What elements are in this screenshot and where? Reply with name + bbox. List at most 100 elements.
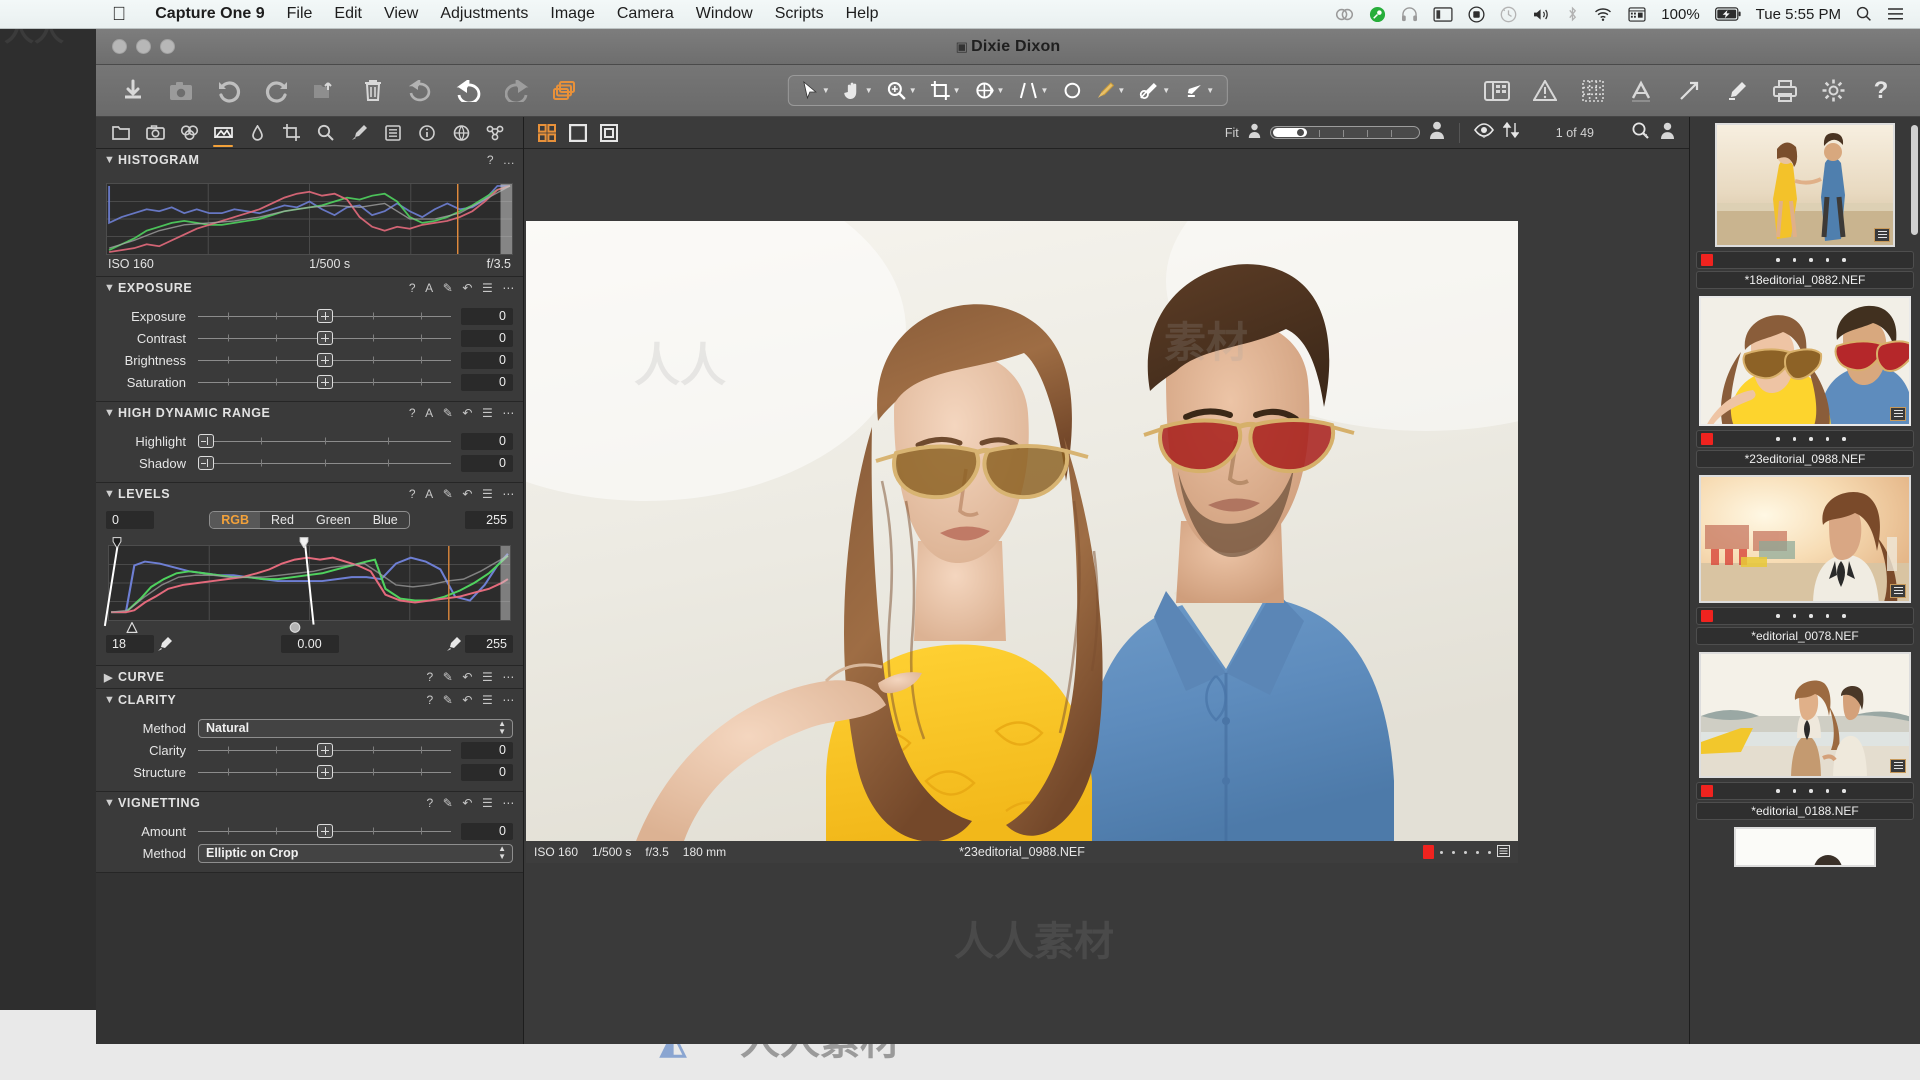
zoom-label[interactable]: Fit [1225, 126, 1239, 140]
batch-tab[interactable] [478, 118, 512, 148]
chevron-right-icon[interactable]: ▶ [104, 671, 118, 684]
reset-icon[interactable]: ↶ [462, 693, 473, 707]
layout-icon[interactable] [1484, 78, 1510, 104]
star-rating[interactable] [1776, 614, 1846, 618]
chevron-down-icon[interactable]: ▼ [104, 694, 118, 706]
section-actions[interactable]: ? ✎ ↶ ☰ ⋯ [426, 796, 515, 810]
thumbnail-badge-icon[interactable] [1890, 407, 1906, 421]
chevron-down-icon[interactable]: ▼ [104, 797, 118, 809]
levels-output-black[interactable]: 18 [106, 635, 154, 653]
exposure-tab[interactable] [206, 118, 240, 148]
chevron-down-icon[interactable]: ▼ [104, 407, 118, 419]
channel-blue[interactable]: Blue [362, 512, 409, 528]
menu-item-adjustments[interactable]: Adjustments [429, 5, 539, 23]
star-rating[interactable] [1776, 437, 1846, 441]
redo-icon[interactable] [504, 78, 530, 104]
vignette-amount-value[interactable]: 0 [461, 822, 513, 840]
help-icon[interactable]: ? [487, 153, 494, 167]
apple-logo-icon[interactable]:  [112, 5, 126, 24]
section-header-clarity[interactable]: ▼ CLARITY ? ✎ ↶ ☰ ⋯ [96, 689, 523, 711]
menu-item-image[interactable]: Image [539, 5, 605, 23]
crop-tool[interactable]: ▼ [924, 79, 968, 102]
chevron-down-icon[interactable]: ▼ [104, 282, 118, 294]
list-item[interactable]: *editorial_0188.NEF [1696, 652, 1914, 820]
help-icon[interactable]: ? [426, 693, 433, 707]
list-item[interactable] [1696, 827, 1914, 867]
menu-icon[interactable]: ☰ [482, 796, 493, 810]
eye-icon[interactable] [1473, 122, 1494, 143]
reset-icon[interactable] [408, 78, 434, 104]
saturation-slider[interactable] [198, 371, 451, 393]
draw-mask-tool[interactable]: ▼ [1088, 79, 1132, 102]
color-picker-icon[interactable]: ✎ [443, 487, 454, 501]
clarity-value[interactable]: 0 [461, 741, 513, 759]
section-actions[interactable]: ? ... [487, 153, 515, 167]
star-rating[interactable] [1776, 789, 1846, 793]
section-actions[interactable]: ? ✎ ↶ ☰ ⋯ [426, 670, 515, 684]
photo-rating[interactable] [1423, 844, 1510, 860]
eyedropper-white-icon[interactable] [443, 636, 465, 652]
star-rating[interactable] [1776, 258, 1846, 262]
more-icon[interactable]: ⋯ [502, 670, 515, 684]
menu-icon[interactable]: ☰ [482, 406, 493, 420]
straighten-icon[interactable] [1676, 78, 1702, 104]
chevron-down-icon[interactable]: ▼ [104, 488, 118, 500]
thumbnail-image[interactable] [1699, 652, 1911, 778]
help-icon[interactable]: ? [409, 406, 416, 420]
section-actions[interactable]: ? A ✎ ↶ ☰ ⋯ [409, 281, 515, 295]
adjustments-tab[interactable] [308, 118, 342, 148]
spot-removal-tool[interactable] [1055, 79, 1088, 102]
section-actions[interactable]: ? ✎ ↶ ☰ ⋯ [426, 693, 515, 707]
color-picker-icon[interactable] [1724, 78, 1750, 104]
menu-item-camera[interactable]: Camera [606, 5, 685, 23]
color-picker-icon[interactable]: ✎ [443, 693, 454, 707]
menu-item-edit[interactable]: Edit [323, 5, 373, 23]
color-tab[interactable] [172, 118, 206, 148]
zoom-slider[interactable] [1269, 126, 1420, 139]
auto-adjust-icon[interactable]: A [425, 487, 434, 501]
section-actions[interactable]: ? A ✎ ↶ ☰ ⋯ [409, 406, 515, 420]
rotate-tool[interactable]: ▼ [968, 79, 1012, 102]
creative-cloud-icon[interactable] [1335, 7, 1354, 22]
grid-view-icon[interactable] [536, 123, 558, 143]
search-filter-icon[interactable] [1631, 122, 1651, 144]
thumbnail-image[interactable] [1715, 123, 1895, 247]
thumbnail-image[interactable] [1699, 296, 1911, 426]
color-picker-icon[interactable]: ✎ [443, 281, 454, 295]
wifi-icon[interactable] [1593, 7, 1613, 22]
section-header-histogram[interactable]: ▼ HISTOGRAM ? ... [96, 149, 523, 171]
auto-adjust-icon[interactable]: A [425, 406, 434, 420]
highlight-value[interactable]: 0 [461, 432, 513, 450]
help-icon[interactable]: ? [426, 670, 433, 684]
crop-tab[interactable] [274, 118, 308, 148]
rating-row[interactable] [1696, 430, 1914, 448]
help-icon[interactable]: ? [1868, 77, 1894, 104]
reset-icon[interactable]: ↶ [462, 487, 473, 501]
structure-value[interactable]: 0 [461, 763, 513, 781]
more-icon[interactable]: ⋯ [502, 281, 515, 295]
details-tab[interactable] [240, 118, 274, 148]
battery-charging-icon[interactable] [1714, 7, 1741, 21]
copy-apply-icon[interactable] [552, 78, 578, 104]
color-tag-red[interactable] [1701, 433, 1713, 445]
capture-tethered-icon[interactable] [168, 78, 194, 104]
browser-scrollbar[interactable] [1911, 125, 1918, 235]
heal-clone-tool[interactable]: ▼ [1132, 79, 1177, 102]
menu-icon[interactable]: ☰ [482, 693, 493, 707]
person-icon[interactable] [1660, 122, 1675, 144]
trash-icon[interactable] [360, 78, 386, 104]
library-tab[interactable] [104, 118, 138, 148]
grid-icon[interactable] [1580, 78, 1606, 104]
shadow-value[interactable]: 0 [461, 454, 513, 472]
list-item[interactable]: *23editorial_0988.NEF [1696, 296, 1914, 468]
bluetooth-icon[interactable] [1567, 6, 1578, 22]
reset-icon[interactable]: ↶ [462, 670, 473, 684]
saturation-value[interactable]: 0 [461, 373, 513, 391]
single-view-icon[interactable] [567, 123, 589, 143]
reset-icon[interactable]: ↶ [462, 796, 473, 810]
color-picker-icon[interactable]: ✎ [443, 406, 454, 420]
image-viewport[interactable]: ISO 160 1/500 s f/3.5 180 mm *23editoria… [524, 149, 1689, 1044]
thumbnail-browser[interactable]: *18editorial_0882.NEF *23editorial_0988.… [1690, 117, 1920, 1044]
clarity-method-select[interactable]: Natural ▲ ▼ [198, 718, 513, 738]
erase-mask-tool[interactable]: ▼ [1177, 79, 1221, 102]
